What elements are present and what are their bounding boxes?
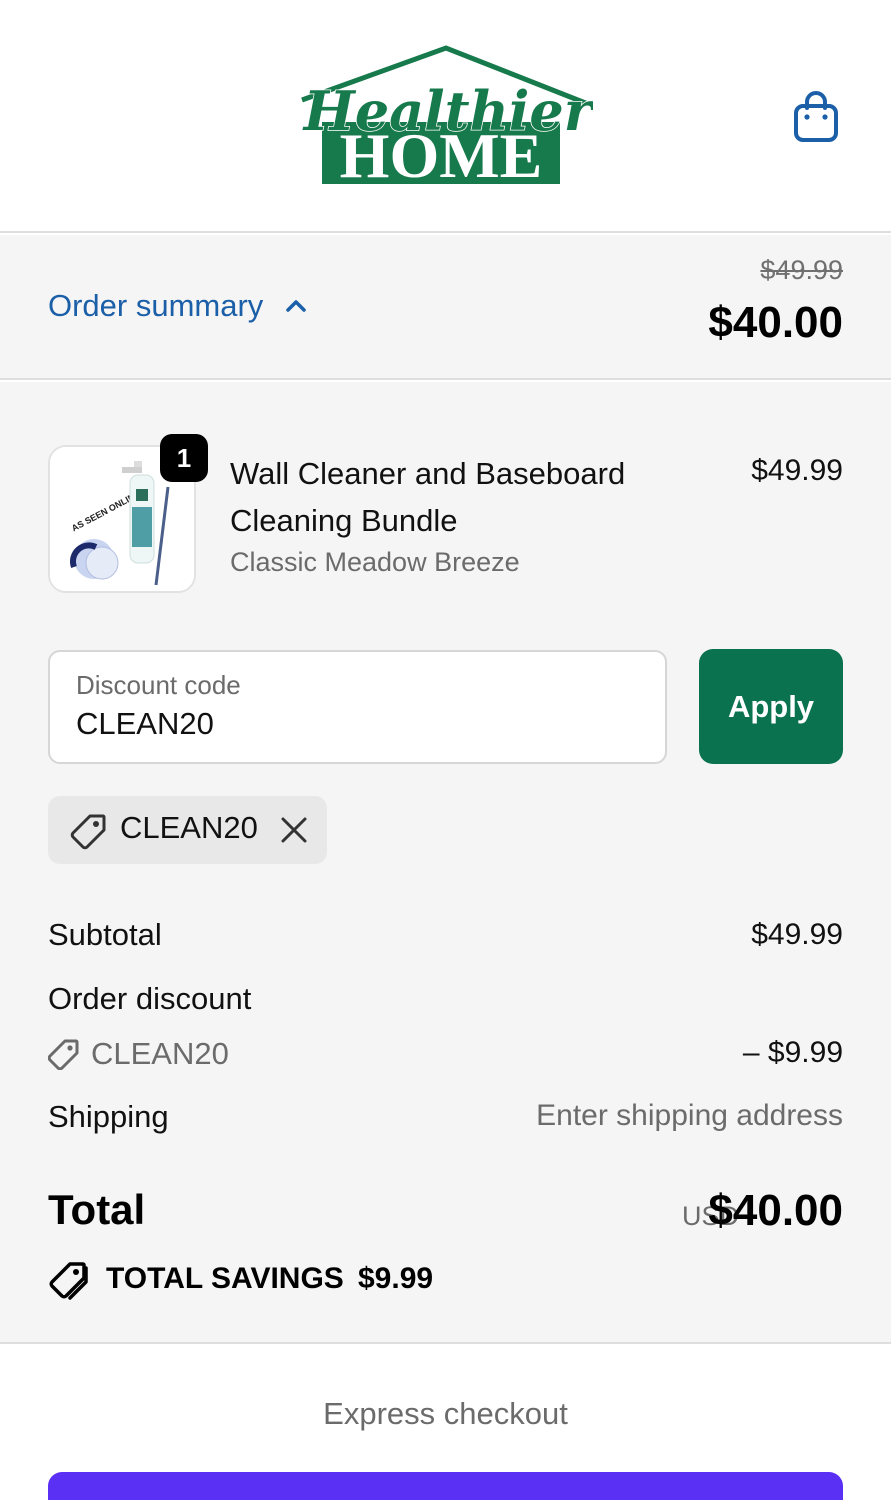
shipping-value: Enter shipping address: [536, 1099, 843, 1132]
compare-at-price: $49.99: [760, 255, 843, 285]
discount-code-label: Discount code: [76, 670, 241, 700]
shopping-bag-icon[interactable]: [790, 90, 842, 144]
express-checkout-button[interactable]: [48, 1472, 843, 1500]
total-label: Total: [48, 1186, 146, 1233]
applied-discount-code: CLEAN20: [120, 810, 258, 845]
order-discount-value: – $9.99: [742, 1036, 843, 1069]
order-discount-label: Order discount: [48, 981, 252, 1016]
quantity-badge: 1: [160, 434, 208, 482]
healthier-home-logo[interactable]: HOME Healthier: [298, 44, 593, 189]
product-name: Wall Cleaner and Baseboard Cleaning Bund…: [230, 456, 626, 538]
applied-discount-chip: CLEAN20: [48, 796, 327, 864]
order-summary-toggle[interactable]: Order summary: [48, 286, 307, 326]
remove-discount-icon[interactable]: [278, 814, 310, 846]
express-checkout-label: Express checkout: [323, 1396, 568, 1431]
subtotal-label: Subtotal: [48, 917, 162, 952]
total-savings-label: TOTAL SAVINGS: [106, 1262, 344, 1295]
tag-icon: [70, 814, 106, 850]
chevron-up-icon: [286, 300, 307, 312]
apply-discount-button[interactable]: Apply: [699, 649, 843, 764]
order-discount-code: CLEAN20: [91, 1036, 229, 1071]
header: HOME Healthier: [0, 0, 891, 233]
total-value: $40.00: [708, 1186, 843, 1235]
product-variant: Classic Meadow Breeze: [230, 547, 520, 577]
discount-code-input[interactable]: [76, 706, 636, 742]
tag-icon: [48, 1039, 79, 1070]
summary-total-price: $40.00: [708, 298, 843, 347]
discount-code-field[interactable]: Discount code: [48, 650, 667, 764]
savings-tag-icon: [49, 1262, 88, 1300]
subtotal-value: $49.99: [751, 918, 843, 951]
order-summary-label: Order summary: [48, 288, 264, 323]
svg-text:Healthier: Healthier: [302, 79, 593, 143]
shipping-label: Shipping: [48, 1099, 169, 1134]
product-price: $49.99: [751, 454, 843, 487]
total-savings-value: $9.99: [358, 1262, 434, 1295]
